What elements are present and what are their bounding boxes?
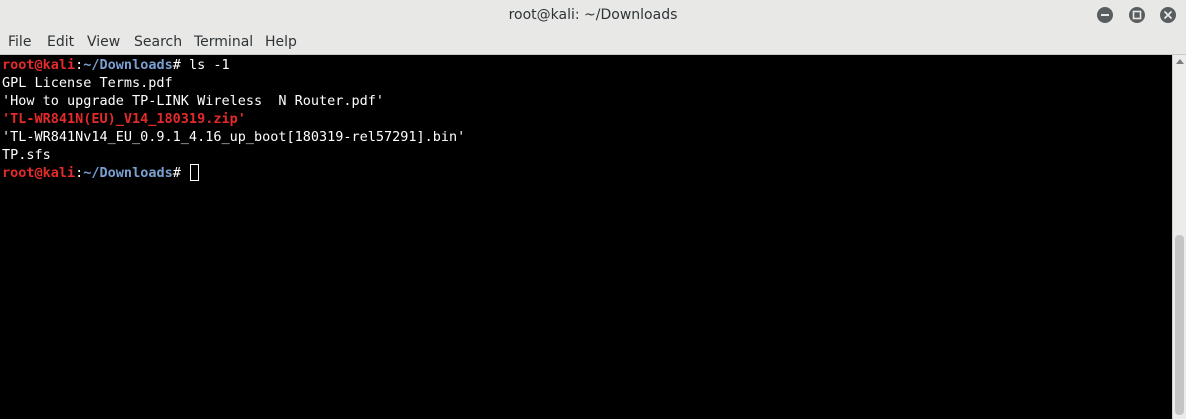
menu-help[interactable]: Help [265, 31, 297, 55]
menu-bar: File Edit View Search Terminal Help [0, 31, 1186, 55]
title-bar[interactable]: root@kali: ~/Downloads [0, 0, 1186, 31]
menu-file[interactable]: File [8, 31, 31, 55]
maximize-icon [1132, 10, 1142, 20]
output-line: TP.sfs [2, 147, 51, 163]
prompt-symbol: # [172, 165, 189, 181]
prompt-path: ~/Downloads [83, 165, 173, 181]
minimize-icon [1101, 14, 1109, 16]
vertical-scrollbar[interactable] [1172, 55, 1186, 419]
scrollbar-thumb[interactable] [1175, 235, 1184, 415]
output-line: GPL License Terms.pdf [2, 75, 173, 91]
terminal-window: root@kali: ~/Downloads File Edit View Se… [0, 0, 1186, 419]
menu-view[interactable]: View [87, 31, 120, 55]
prompt-line[interactable]: root@kali:~/Downloads# [2, 164, 199, 182]
menu-search[interactable]: Search [134, 31, 182, 55]
prompt-path: ~/Downloads [83, 57, 173, 73]
maximize-button[interactable] [1129, 7, 1145, 23]
minimize-button[interactable] [1097, 7, 1113, 23]
prompt-user: root@kali [2, 165, 76, 181]
prompt-symbol: # [172, 57, 189, 73]
output-line: 'TL-WR841Nv14_EU_0.9.1_4.16_up_boot[1803… [2, 129, 466, 145]
window-title: root@kali: ~/Downloads [508, 7, 678, 23]
menu-edit[interactable]: Edit [47, 31, 74, 55]
arrow-up-icon[interactable] [1176, 59, 1184, 64]
close-button[interactable] [1160, 7, 1176, 23]
text-cursor [189, 164, 199, 181]
menu-terminal[interactable]: Terminal [194, 31, 253, 55]
command-line: root@kali:~/Downloads# ls -1 [2, 56, 230, 74]
terminal-output[interactable]: root@kali:~/Downloads# ls -1 GPL License… [0, 55, 1172, 419]
command-text: ls -1 [188, 57, 230, 73]
output-line: 'How to upgrade TP-LINK Wireless N Route… [2, 93, 385, 109]
close-icon [1164, 11, 1172, 19]
prompt-user: root@kali [2, 57, 76, 73]
output-line-archive: 'TL-WR841N(EU)_V14_180319.zip' [2, 111, 246, 127]
